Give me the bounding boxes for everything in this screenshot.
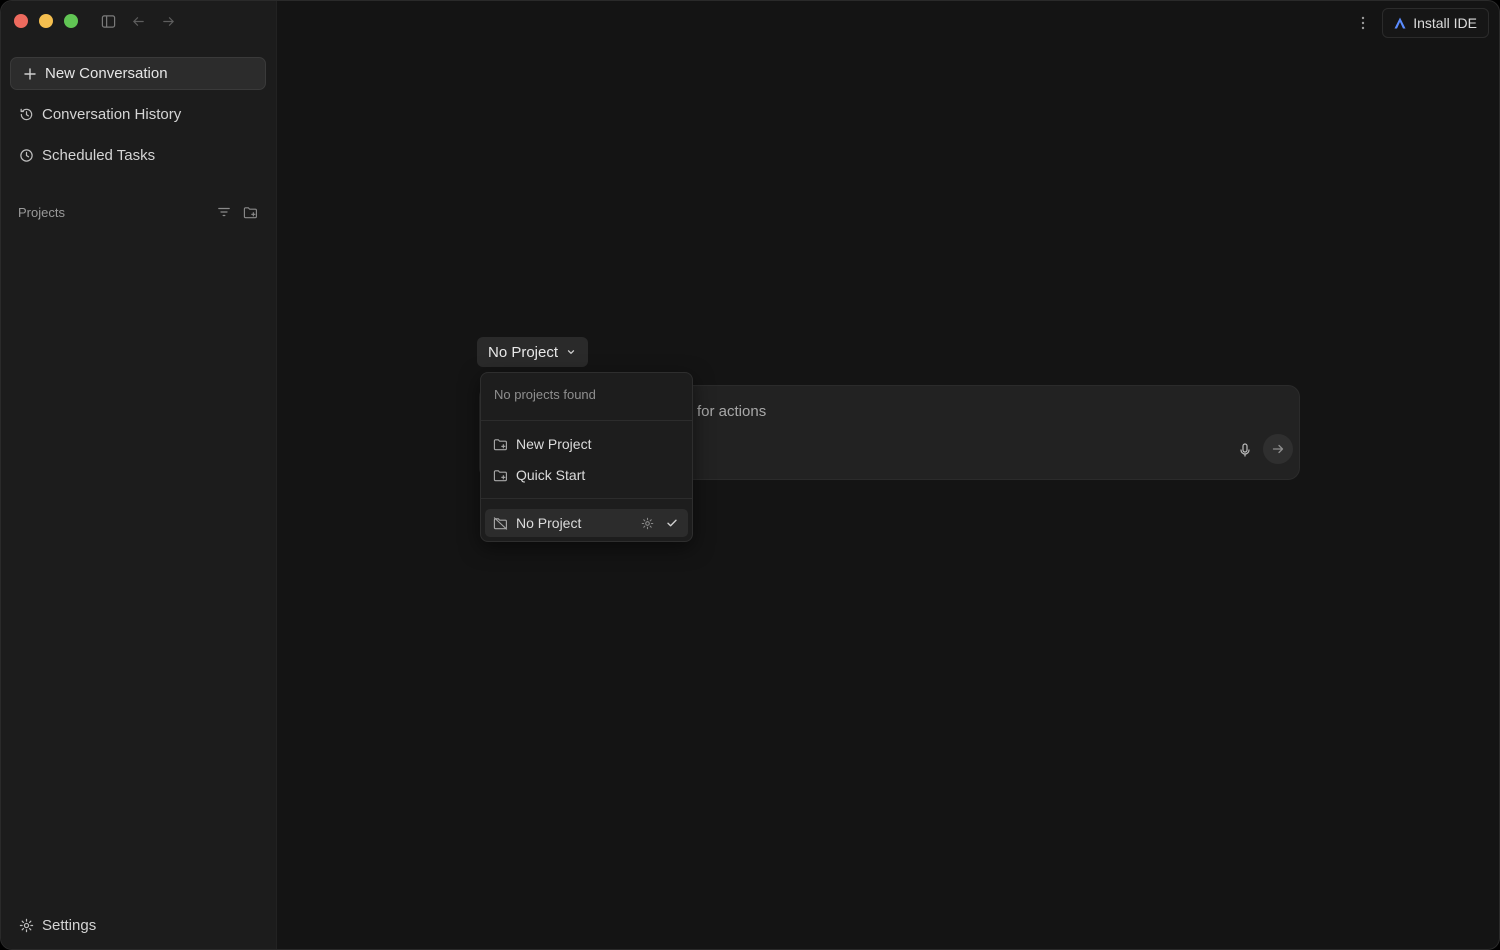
forward-arrow-icon[interactable] [158,11,178,31]
more-options-icon[interactable] [1354,9,1372,37]
minimize-window-button[interactable] [39,14,53,28]
microphone-icon[interactable] [1237,442,1253,458]
project-dropdown: No projects found New Project Quick Star… [480,372,693,542]
new-conversation-label: New Conversation [45,65,168,82]
back-arrow-icon[interactable] [128,11,148,31]
sidebar-toggle-icon[interactable] [98,11,118,31]
folder-plus-icon [493,438,507,450]
chevron-down-icon [567,350,575,354]
new-project-item[interactable]: New Project [485,430,688,458]
composer-placeholder: for actions [697,403,767,420]
no-project-item[interactable]: No Project [485,509,688,537]
folder-plus-icon [493,469,507,481]
folder-off-icon [493,516,508,530]
window-controls [14,14,78,28]
history-icon [20,108,33,120]
new-folder-icon[interactable] [243,205,258,220]
divider [481,498,692,499]
projects-section-title: Projects [18,204,65,220]
no-projects-message: No projects found [494,387,596,402]
app-window: New Conversation Conversation History Sc… [0,0,1500,950]
clock-icon [20,148,33,162]
quick-start-item[interactable]: Quick Start [485,461,688,489]
sidebar-item-label: Scheduled Tasks [42,146,156,164]
quick-start-label: Quick Start [516,467,586,483]
install-ide-label: Install IDE [1413,15,1477,31]
gear-icon[interactable] [641,517,654,530]
ide-logo-icon [1394,17,1406,29]
sidebar-item-conversation-history[interactable]: Conversation History [10,98,266,130]
settings-label: Settings [42,916,97,934]
top-right-controls: Install IDE [1354,8,1489,38]
projects-header: Projects [18,203,258,221]
gear-icon [19,918,34,932]
close-window-button[interactable] [14,14,28,28]
project-selector-label: No Project [488,343,559,361]
project-selector[interactable]: No Project [477,337,589,367]
sidebar: New Conversation Conversation History Sc… [1,1,277,949]
filter-icon[interactable] [216,205,231,220]
sidebar-item-label: Conversation History [42,105,182,123]
new-project-label: New Project [516,436,592,452]
arrow-right-icon [1272,444,1284,454]
checkmark-icon [667,519,677,527]
settings-button[interactable]: Settings [10,909,96,941]
send-button[interactable] [1263,434,1293,464]
plus-icon [24,67,36,80]
divider [481,420,692,421]
no-project-actions [641,517,678,530]
toolbar [98,11,178,31]
no-project-label: No Project [516,515,582,531]
sidebar-item-scheduled-tasks[interactable]: Scheduled Tasks [10,139,266,171]
install-ide-button[interactable]: Install IDE [1382,8,1489,38]
new-conversation-button[interactable]: New Conversation [10,57,266,90]
projects-tools [216,205,258,220]
maximize-window-button[interactable] [64,14,78,28]
